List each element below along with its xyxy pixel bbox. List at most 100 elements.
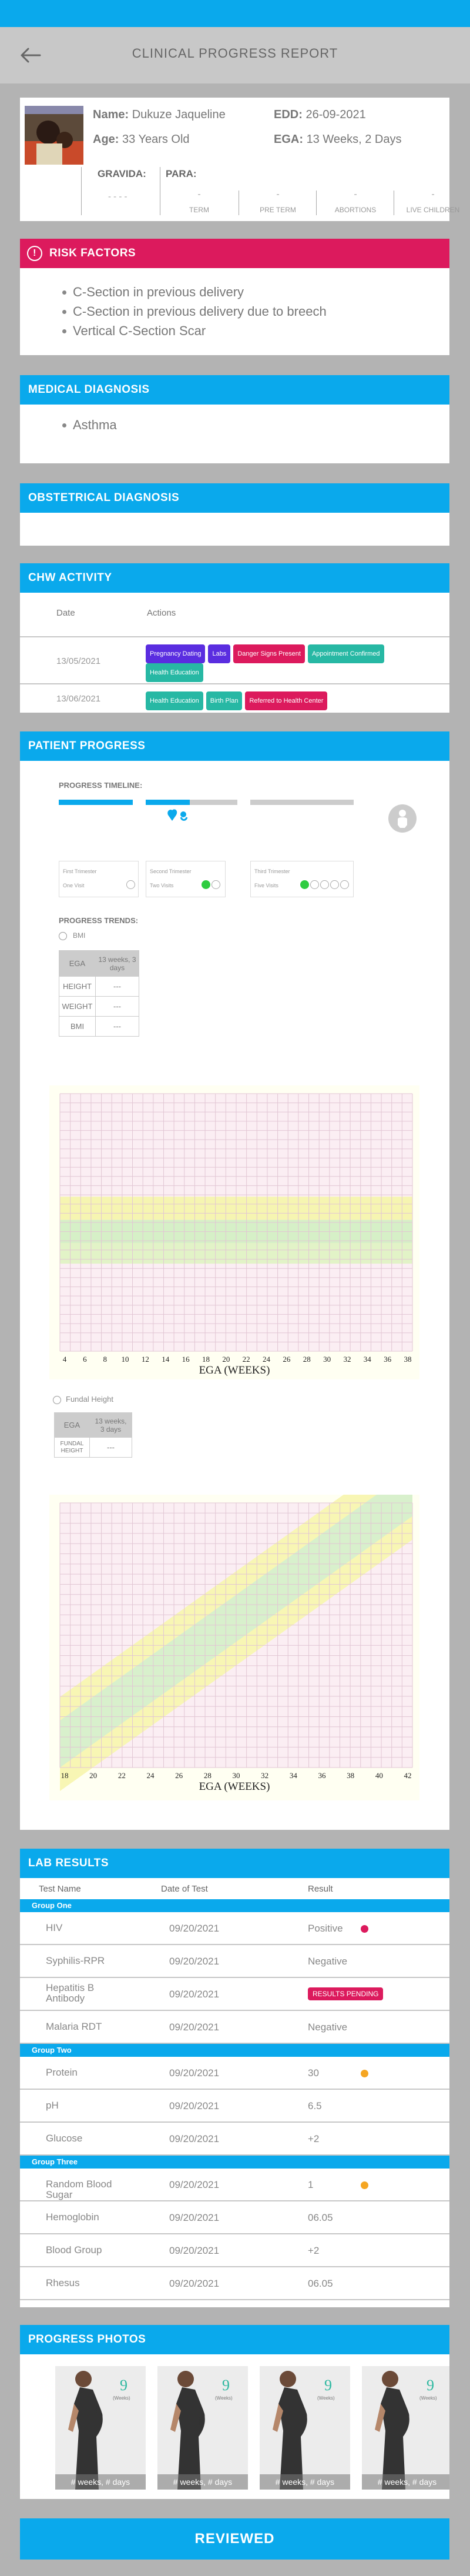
progress-photo[interactable]: 9 (Weeks) # weeks, # days xyxy=(157,2366,248,2490)
lab-row: Random Blood Sugar 09/20/2021 1 xyxy=(20,2169,449,2201)
page-title: CLINICAL PROGRESS REPORT xyxy=(132,46,338,61)
chw-row: 13/05/2021 Pregnancy Dating Labs Danger Si… xyxy=(20,637,449,684)
lab-col-date: Date of Test xyxy=(161,1884,208,1894)
para-label-2: ABORTIONS xyxy=(334,206,377,214)
lab-test-date: 09/20/2021 xyxy=(169,2100,220,2111)
x-tick-label: 32 xyxy=(261,1771,268,1780)
action-tag: Health Education xyxy=(146,691,203,710)
progress-photo[interactable]: 9 (Weeks) # weeks, # days xyxy=(362,2366,449,2490)
trimester-visit-box: Second Trimester Two Visits xyxy=(146,861,226,897)
chw-col-date: Date xyxy=(56,608,75,618)
patient-progress-card: PATIENT PROGRESS PROGRESS TIMELINE: Firs… xyxy=(20,731,449,1830)
bmi-table-label: HEIGHT xyxy=(59,976,96,997)
action-tag: Health Education xyxy=(146,663,203,682)
bmi-table-head: 13 weeks, 3 days xyxy=(95,950,139,977)
action-tag: Labs xyxy=(208,644,231,663)
action-tag: Appointment Confirmed xyxy=(307,644,384,663)
trimester-name: Third Trimester xyxy=(254,868,290,874)
x-tick-label: 40 xyxy=(375,1771,383,1780)
lab-test-date: 09/20/2021 xyxy=(169,1956,220,1967)
lab-header-row: Test Name Date of Test Result xyxy=(20,1878,449,1899)
lab-result: 06.05 xyxy=(308,2212,333,2223)
fundal-height-radio[interactable]: Fundal Height xyxy=(53,1395,113,1404)
lab-results-card: LAB RESULTS Test Name Date of Test Resul… xyxy=(20,1849,449,2307)
title-bar: CLINICAL PROGRESS REPORT xyxy=(0,27,470,83)
lab-row: Syphilis-RPR 09/20/2021 Negative xyxy=(20,1945,449,1978)
patient-age: 33 Years Old xyxy=(122,133,190,146)
x-tick-label: 6 xyxy=(83,1355,87,1364)
reviewed-button[interactable]: REVIEWED xyxy=(20,2518,449,2560)
chw-activity-title: CHW ACTIVITY xyxy=(20,563,449,593)
pregnant-figure-image xyxy=(157,2366,248,2490)
x-tick-label: 12 xyxy=(142,1355,149,1364)
x-tick-label: 30 xyxy=(233,1771,240,1780)
bmi-table-head: EGA xyxy=(59,950,96,977)
lab-result: +2 xyxy=(308,2133,320,2144)
patient-card: Name: Dukuze Jaqueline Age: 33 Years Old… xyxy=(20,98,459,221)
fundal-table: EGA 13 weeks, 3 days FUNDAL HEIGHT --- xyxy=(54,1412,132,1458)
trimester-visit-label: Two Visits xyxy=(150,883,174,888)
visit-dot xyxy=(310,880,319,889)
trimester-name: Second Trimester xyxy=(150,868,192,874)
bmi-table-value: --- xyxy=(95,976,139,997)
para-label-1: PRE TERM xyxy=(260,206,296,214)
chw-tags: Health Education Birth Plan Referred to He… xyxy=(146,691,416,710)
lab-result: 1 xyxy=(308,2179,314,2190)
para-value: - xyxy=(276,189,280,199)
bmi-chart: 4 6 8 10 12 14 16 18 20 22 24 26 28 30 32 34 36 38 EGA (WE… xyxy=(49,1085,419,1379)
risk-factors-header: ! RISK FACTORS xyxy=(20,239,449,268)
progress-photos-title: PROGRESS PHOTOS xyxy=(20,2325,449,2354)
lab-row: Hepatitis B Antibody 09/20/2021 RESULTS PE… xyxy=(20,1978,449,2011)
lab-test-name: Hemoglobin xyxy=(46,2211,99,2223)
patient-progress-title: PATIENT PROGRESS xyxy=(20,731,449,761)
patient-photo xyxy=(25,106,83,165)
x-tick-label: 10 xyxy=(122,1355,129,1364)
trimester-visit-box: Third Trimester Five Visits xyxy=(250,861,354,897)
lab-group-header: Group Two xyxy=(20,2044,449,2057)
lab-row: HIV 09/20/2021 Positive xyxy=(20,1912,449,1945)
photo-week-number: 9 xyxy=(222,2377,230,2394)
edd-value: 26-09-2021 xyxy=(306,108,366,121)
obstetrical-diagnosis-title: OBSTETRICAL DIAGNOSIS xyxy=(20,483,449,513)
age-label: Age: xyxy=(93,133,119,146)
bmi-table: EGA 13 weeks, 3 days HEIGHT --- WEIGHT --- … xyxy=(59,950,139,1037)
baby-icon xyxy=(167,807,188,824)
lab-group-header: Group One xyxy=(20,1899,449,1912)
lab-row: Malaria RDT 09/20/2021 Negative xyxy=(20,2011,449,2044)
bmi-radio[interactable]: BMI xyxy=(59,931,85,940)
x-tick-label: 28 xyxy=(204,1771,212,1780)
x-tick-label: 36 xyxy=(318,1771,327,1780)
progress-photo[interactable]: 9 (Weeks) # weeks, # days xyxy=(260,2366,350,2490)
lab-row: Protein 09/20/2021 30 xyxy=(20,2057,449,2090)
para-label-0: TERM xyxy=(189,206,209,214)
medical-list: Asthma xyxy=(20,405,449,435)
x-tick-label: 26 xyxy=(283,1355,291,1364)
medical-diagnosis-card: MEDICAL DIAGNOSIS Asthma xyxy=(20,375,449,463)
fundal-table-value: --- xyxy=(89,1437,132,1458)
x-tick-label: 24 xyxy=(263,1355,271,1364)
pregnant-figure-image xyxy=(362,2366,449,2490)
risk-item: Vertical C-Section Scar xyxy=(62,321,449,340)
trimester-visit-box: First Trimester One Visit xyxy=(59,861,139,897)
para-value: - xyxy=(431,189,435,199)
status-indicator-dot xyxy=(361,2181,368,2189)
name-label: Name: xyxy=(93,108,129,121)
pregnant-figure-image xyxy=(260,2366,350,2490)
lab-results-title: LAB RESULTS xyxy=(20,1849,449,1878)
results-pending-badge: RESULTS PENDING xyxy=(308,1987,384,2000)
lab-result: Negative xyxy=(308,1956,348,1967)
lab-test-name: Malaria RDT xyxy=(46,2021,102,2032)
bmi-radio-label: BMI xyxy=(73,931,86,940)
risk-factors-card: ! RISK FACTORS C-Section in previous del… xyxy=(20,239,449,355)
chw-date: 13/05/2021 xyxy=(56,656,101,666)
fetus-icon xyxy=(388,804,417,833)
progress-photo[interactable]: 9 (Weeks) # weeks, # days xyxy=(55,2366,146,2490)
trimester-bar-fill xyxy=(59,800,133,805)
trends-label: PROGRESS TRENDS: xyxy=(59,916,139,925)
chw-tags: Pregnancy Dating Labs Danger Signs Present… xyxy=(146,644,392,682)
lab-test-date: 09/20/2021 xyxy=(169,2022,220,2033)
x-axis-label: EGA (WEEKS) xyxy=(199,1780,270,1793)
photo-week-unit: (Weeks) xyxy=(419,2395,437,2401)
visit-dot xyxy=(320,880,329,889)
visit-dot xyxy=(212,880,220,889)
